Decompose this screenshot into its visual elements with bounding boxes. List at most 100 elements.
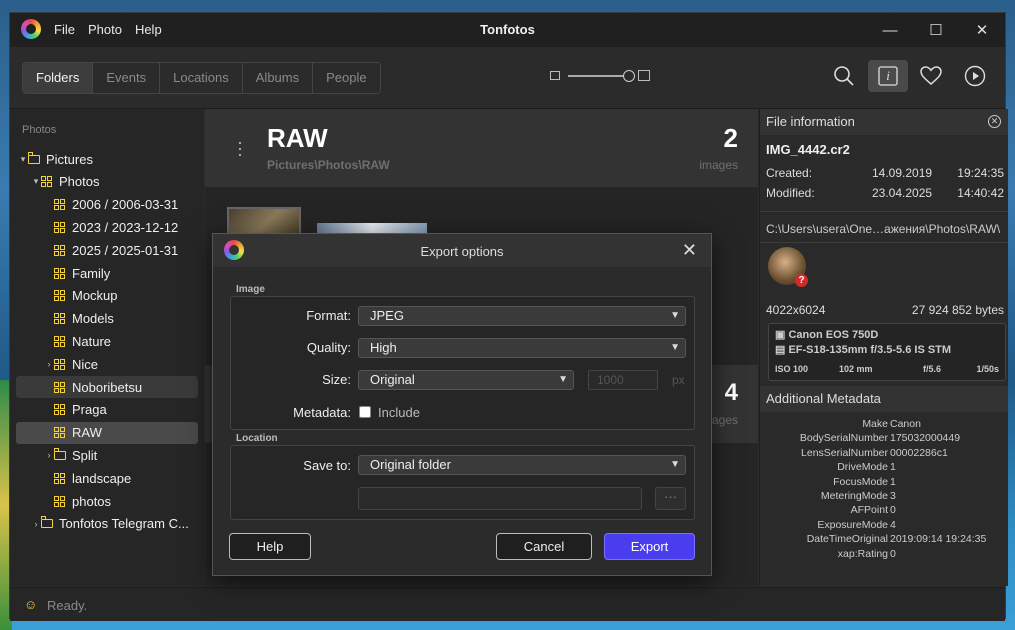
- menu-file[interactable]: File: [54, 22, 75, 37]
- metadata-value: 1: [890, 461, 896, 474]
- tab-albums[interactable]: Albums: [242, 63, 314, 93]
- sidebar-item-nature[interactable]: Nature: [16, 330, 198, 352]
- sidebar-item-2006-2006-03-31[interactable]: 2006 / 2006-03-31: [16, 194, 198, 216]
- play-icon[interactable]: [955, 60, 995, 92]
- metadata-value: 4: [890, 518, 896, 531]
- info-glyph: i: [886, 68, 890, 83]
- save-to-select[interactable]: Original folder ▼: [358, 455, 686, 475]
- album-grid-icon: [54, 199, 65, 211]
- location-group-box: Save to: Original folder ▼ ···: [230, 445, 695, 520]
- expand-chevron-icon[interactable]: ›: [31, 519, 41, 529]
- info-icon[interactable]: i: [868, 60, 908, 92]
- folder-sidebar: Photos ▾ Pictures ▾ Photos 2006 / 2006-03-31…: [10, 109, 204, 586]
- tab-folders[interactable]: Folders: [23, 63, 94, 93]
- album-menu-icon[interactable]: · · ·: [237, 133, 243, 163]
- sidebar-item-label: Photos: [59, 174, 100, 190]
- close-panel-icon[interactable]: ✕: [988, 115, 1001, 128]
- chevron-down-icon: ▼: [670, 459, 680, 470]
- chevron-down-icon: ▼: [558, 374, 568, 385]
- metadata-key: AFPoint: [850, 504, 888, 517]
- format-select[interactable]: JPEG ▼: [358, 306, 686, 326]
- file-path[interactable]: C:\Users\usera\One…ажения\Photos\RAW\: [766, 222, 1000, 236]
- sidebar-item-nice[interactable]: › Nice: [16, 353, 198, 375]
- tab-events[interactable]: Events: [93, 63, 161, 93]
- help-button[interactable]: Help: [229, 533, 311, 560]
- sidebar-item-label: Mockup: [72, 288, 118, 304]
- expand-chevron-icon[interactable]: ▾: [18, 154, 28, 165]
- expand-chevron-icon[interactable]: ›: [44, 359, 54, 369]
- sidebar-item-label: Split: [72, 447, 98, 463]
- browse-button[interactable]: ···: [655, 487, 686, 510]
- sidebar-item-label: Nice: [72, 356, 99, 372]
- album-grid-icon: [54, 267, 65, 279]
- album-image-count: 2: [723, 123, 738, 153]
- chevron-down-icon: ▼: [670, 310, 680, 321]
- thumbnail-size-slider[interactable]: [568, 69, 635, 82]
- sidebar-item-mockup[interactable]: Mockup: [16, 285, 198, 307]
- include-metadata-checkbox[interactable]: [359, 406, 371, 418]
- expand-chevron-icon[interactable]: ›: [44, 450, 54, 460]
- metadata-value: Canon: [890, 418, 921, 430]
- sidebar-item-photos[interactable]: ▾ Photos: [16, 171, 198, 193]
- sidebar-item-praga[interactable]: Praga: [16, 399, 198, 421]
- menu-photo[interactable]: Photo: [88, 22, 122, 37]
- metadata-key: BodySerialNumber: [799, 432, 888, 445]
- album-grid-icon: [41, 176, 52, 188]
- expand-chevron-icon[interactable]: ▾: [31, 176, 41, 187]
- size-select[interactable]: Original ▼: [358, 370, 574, 390]
- view-tabs: Folders Events Locations Albums People: [22, 62, 381, 94]
- menu-help[interactable]: Help: [135, 22, 162, 37]
- sidebar-item-tonfotos-telegram-c[interactable]: › Tonfotos Telegram C...: [16, 513, 198, 535]
- file-name: IMG_4442.cr2: [766, 142, 850, 157]
- camera-info-box: ▣ Canon EOS 750D ▤ EF-S18-135mm f/3.5-5.…: [768, 323, 1006, 381]
- search-icon[interactable]: [824, 60, 864, 92]
- sidebar-item-photos[interactable]: photos: [16, 490, 198, 512]
- export-button[interactable]: Export: [604, 533, 695, 560]
- sidebar-item-label: landscape: [72, 470, 132, 486]
- thumbnail-size-control: [550, 69, 650, 82]
- iso-value: ISO 100: [775, 364, 809, 374]
- sidebar-item-label: 2025 / 2025-01-31: [72, 242, 179, 258]
- small-image-icon: [550, 71, 560, 80]
- toolbar: Folders Events Locations Albums People i: [10, 47, 1005, 109]
- sidebar-item-family[interactable]: Family: [16, 262, 198, 284]
- lens-row: ▤ EF-S18-135mm f/3.5-5.6 IS STM: [775, 343, 951, 356]
- slider-knob[interactable]: [623, 69, 635, 82]
- unknown-person-badge: ?: [795, 274, 808, 287]
- size-pixels-input[interactable]: 1000: [588, 370, 658, 390]
- sidebar-item-2023-2023-12-12[interactable]: 2023 / 2023-12-12: [16, 216, 198, 238]
- sidebar-item-label: Pictures: [46, 151, 93, 167]
- sidebar-item-2025-2025-01-31[interactable]: 2025 / 2025-01-31: [16, 239, 198, 261]
- album-grid-icon: [54, 495, 65, 507]
- sidebar-item-raw[interactable]: RAW: [16, 421, 198, 444]
- sidebar-item-pictures[interactable]: ▾ Pictures: [16, 148, 198, 170]
- close-button[interactable]: ✕: [959, 13, 1005, 47]
- window-controls: — ☐ ✕: [867, 13, 1005, 47]
- save-path-input[interactable]: [358, 487, 642, 510]
- dialog-close-icon[interactable]: ✕: [682, 240, 697, 261]
- sidebar-item-split[interactable]: › Split: [16, 444, 198, 466]
- album-count-label: images: [699, 158, 738, 172]
- tab-people[interactable]: People: [313, 63, 380, 93]
- sidebar-item-landscape[interactable]: landscape: [16, 467, 198, 489]
- metadata-value: 0: [890, 504, 896, 517]
- metadata-value: 175032000449: [890, 432, 961, 445]
- metadata-key: Make: [862, 418, 888, 430]
- file-info-panel: File information ✕ IMG_4442.cr2 Created:…: [759, 109, 1008, 586]
- quality-select[interactable]: High ▼: [358, 338, 686, 358]
- tab-locations[interactable]: Locations: [160, 63, 243, 93]
- save-to-label: Save to:: [303, 458, 351, 473]
- sidebar-item-noboribetsu[interactable]: Noboribetsu: [16, 376, 198, 398]
- heart-icon[interactable]: [911, 60, 951, 92]
- cancel-button[interactable]: Cancel: [496, 533, 592, 560]
- minimize-button[interactable]: —: [867, 13, 913, 47]
- save-to-value: Original folder: [370, 457, 451, 472]
- maximize-button[interactable]: ☐: [913, 13, 959, 47]
- include-metadata-label: Include: [378, 405, 420, 420]
- metadata-key: LensSerialNumber: [801, 446, 888, 459]
- sidebar-item-models[interactable]: Models: [16, 308, 198, 330]
- sidebar-item-label: Family: [72, 265, 111, 281]
- sidebar-item-label: Noboribetsu: [72, 379, 143, 395]
- file-info-title: File information: [766, 114, 855, 129]
- sidebar-item-label: Tonfotos Telegram C...: [59, 516, 189, 532]
